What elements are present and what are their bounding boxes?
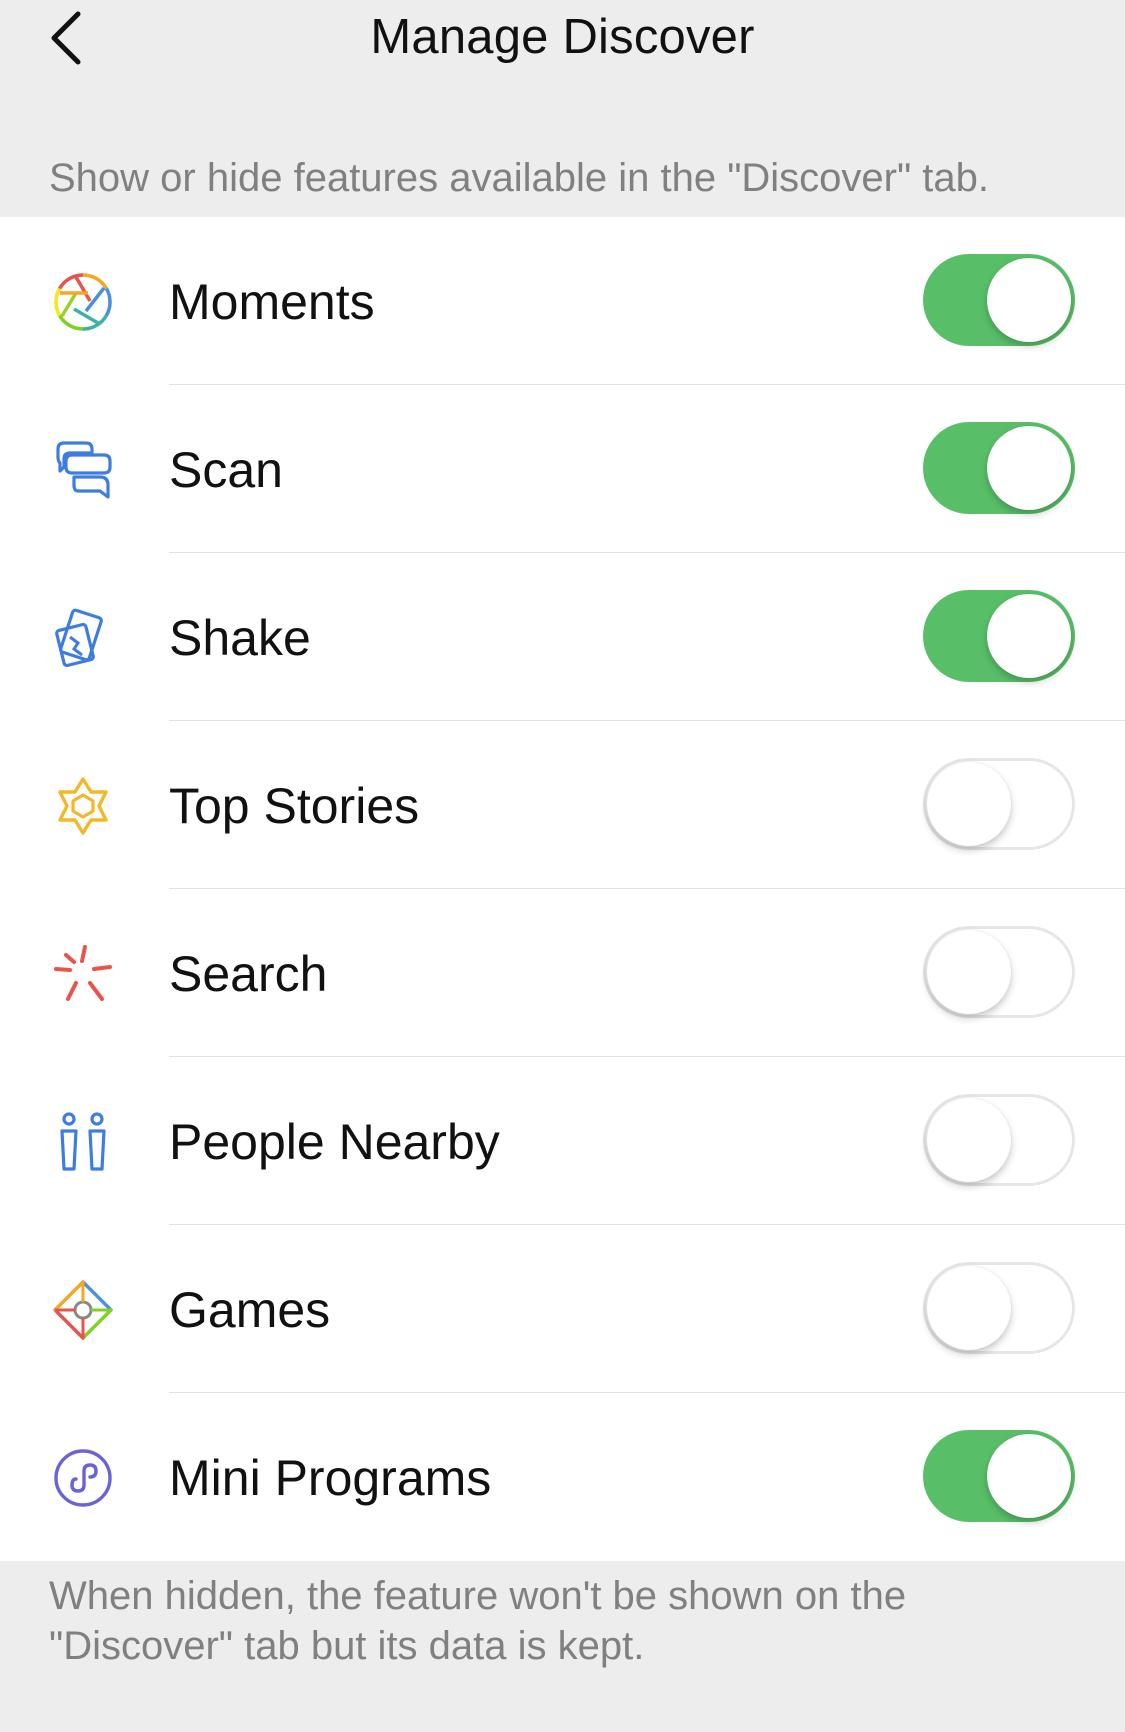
footer-description: When hidden, the feature won't be shown …: [49, 1574, 907, 1668]
row-label: Games: [169, 1282, 331, 1338]
row-label: Search: [169, 946, 328, 1002]
toggle-knob: [927, 1098, 1011, 1182]
feature-list: Moments Scan Shake Top Stories Search Pe…: [0, 217, 1125, 1561]
toggle-knob: [987, 258, 1071, 342]
scan-icon: [52, 439, 114, 501]
row-label: Scan: [169, 442, 283, 498]
row-label: Shake: [169, 610, 311, 666]
top-stories-star-icon: [52, 775, 114, 837]
shake-icon: [52, 607, 114, 669]
toggle-knob: [987, 426, 1071, 510]
list-item-shake: Shake: [0, 553, 1125, 721]
toggle-knob: [927, 762, 1011, 846]
people-nearby-toggle[interactable]: [923, 1094, 1075, 1186]
toggle-knob: [927, 930, 1011, 1014]
games-toggle[interactable]: [923, 1262, 1075, 1354]
list-item-top-stories: Top Stories: [0, 721, 1125, 889]
moments-toggle[interactable]: [923, 254, 1075, 346]
search-sparkle-icon: [52, 943, 114, 1005]
scan-toggle[interactable]: [923, 422, 1075, 514]
list-item-moments: Moments: [0, 217, 1125, 385]
search-toggle[interactable]: [923, 926, 1075, 1018]
navigation-bar: Manage Discover: [0, 0, 1125, 80]
list-item-mini-programs: Mini Programs: [0, 1393, 1125, 1561]
toggle-knob: [987, 594, 1071, 678]
row-label: People Nearby: [169, 1114, 500, 1170]
moments-aperture-icon: [52, 271, 114, 333]
shake-toggle[interactable]: [923, 590, 1075, 682]
list-item-games: Games: [0, 1225, 1125, 1393]
toggle-knob: [987, 1434, 1071, 1518]
row-label: Mini Programs: [169, 1450, 492, 1506]
list-item-search: Search: [0, 889, 1125, 1057]
mini-programs-icon: [52, 1447, 114, 1509]
top-stories-toggle[interactable]: [923, 758, 1075, 850]
row-label: Moments: [169, 274, 375, 330]
page-title: Manage Discover: [370, 10, 755, 64]
header-description: Show or hide features available in the "…: [49, 156, 990, 200]
row-label: Top Stories: [169, 778, 420, 834]
list-item-people-nearby: People Nearby: [0, 1057, 1125, 1225]
mini-programs-toggle[interactable]: [923, 1430, 1075, 1522]
people-nearby-icon: [52, 1111, 114, 1173]
list-item-scan: Scan: [0, 385, 1125, 553]
toggle-knob: [927, 1266, 1011, 1350]
games-diamond-icon: [52, 1279, 114, 1341]
